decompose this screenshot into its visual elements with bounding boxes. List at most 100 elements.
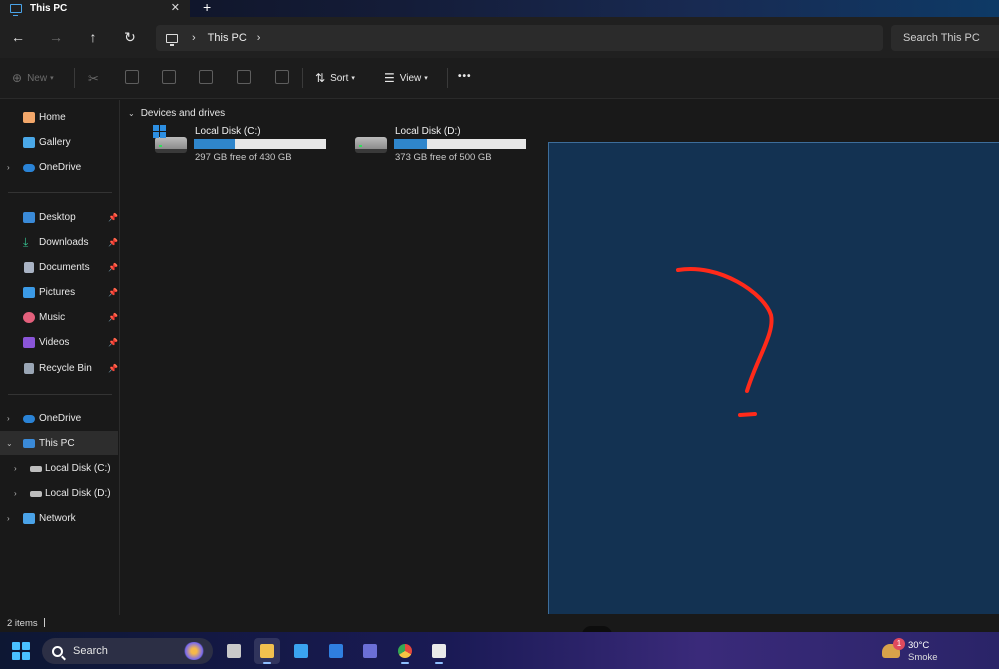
sidebar-item-label: Gallery	[39, 136, 71, 148]
file-explorer-taskbar-button[interactable]	[254, 638, 280, 664]
sidebar-item-desktop[interactable]: Desktop 📌	[0, 205, 118, 229]
group-header-label: Devices and drives	[140, 108, 226, 119]
sidebar-item-label: Documents	[39, 261, 90, 273]
rename-icon[interactable]	[199, 70, 213, 84]
close-tab-icon[interactable]: ✕	[171, 1, 180, 14]
snipping-tool-taskbar-button[interactable]	[426, 638, 452, 664]
new-button[interactable]: ⊕ New ▾	[12, 71, 54, 85]
pin-icon[interactable]: 📌	[108, 338, 118, 347]
recycle-bin-icon	[24, 362, 34, 374]
sidebar-item-local-disk-d[interactable]: › Local Disk (D:)	[0, 481, 118, 505]
chevron-right-icon[interactable]: ›	[257, 32, 261, 44]
address-bar[interactable]: › This PC ›	[156, 25, 883, 51]
cut-icon[interactable]: ✂	[88, 71, 99, 87]
drive-usage-fill	[194, 139, 235, 149]
sidebar-item-label: Network	[39, 512, 76, 524]
new-tab-button[interactable]: +	[203, 0, 211, 15]
sidebar-item-music[interactable]: Music 📌	[0, 305, 118, 329]
sidebar-item-home[interactable]: Home	[0, 105, 118, 129]
search-input[interactable]: Search This PC	[891, 25, 999, 51]
pictures-icon	[23, 286, 35, 298]
more-options-button[interactable]: •••	[458, 71, 472, 82]
item-count: 2 items	[7, 618, 38, 629]
copy-icon[interactable]	[125, 70, 139, 84]
paste-icon[interactable]	[162, 70, 176, 84]
sidebar-item-network[interactable]: › Network	[0, 506, 118, 530]
drive-tile-c[interactable]: Local Disk (C:) 297 GB free of 430 GB	[153, 125, 333, 165]
pin-icon[interactable]: 📌	[108, 288, 118, 297]
task-view-button[interactable]	[221, 638, 247, 664]
sidebar-item-label: This PC	[39, 437, 75, 449]
drive-tile-d[interactable]: Local Disk (D:) 373 GB free of 500 GB	[353, 125, 533, 165]
sidebar-item-pictures[interactable]: Pictures 📌	[0, 280, 118, 304]
back-arrow-icon[interactable]: ←	[10, 29, 26, 45]
chevron-right-icon[interactable]: ›	[192, 32, 196, 44]
up-arrow-icon[interactable]: ↑	[85, 29, 101, 45]
tab-title: This PC	[30, 3, 68, 14]
expand-chevron-icon[interactable]: ›	[14, 489, 17, 498]
sidebar-item-label: OneDrive	[39, 161, 82, 173]
tab-this-pc[interactable]: This PC ✕	[0, 0, 190, 17]
forward-arrow-icon[interactable]: →	[48, 29, 64, 45]
sidebar-item-label: Pictures	[39, 286, 76, 298]
delete-icon[interactable]	[275, 70, 289, 84]
start-button[interactable]	[12, 642, 30, 660]
expand-chevron-icon[interactable]: ›	[7, 163, 10, 172]
sidebar-item-label: Home	[39, 111, 66, 123]
taskbar-search[interactable]: Search	[42, 638, 213, 664]
view-button[interactable]: ☰ View ▾	[384, 71, 428, 85]
search-icon	[52, 645, 63, 657]
drive-free-space: 297 GB free of 430 GB	[195, 152, 292, 163]
sidebar-item-documents[interactable]: Documents 📌	[0, 255, 118, 279]
share-icon[interactable]	[237, 70, 251, 84]
navigation-pane: Home Gallery › OneDrive Desktop 📌 ⤓ Down…	[0, 100, 120, 615]
pin-icon[interactable]: 📌	[108, 238, 118, 247]
group-header-devices-and-drives[interactable]: ⌄ Devices and drives	[128, 108, 225, 119]
sidebar-item-label: Desktop	[39, 211, 76, 223]
collapse-chevron-icon[interactable]: ⌄	[6, 439, 13, 448]
expand-chevron-icon[interactable]: ›	[7, 514, 10, 523]
refresh-icon[interactable]: ↻	[122, 29, 138, 45]
pin-icon[interactable]: 📌	[108, 263, 118, 272]
breadcrumb-this-pc[interactable]: This PC	[208, 32, 247, 44]
notification-badge: 1	[893, 638, 905, 650]
sidebar-item-videos[interactable]: Videos 📌	[0, 330, 118, 354]
sidebar-item-recycle-bin[interactable]: Recycle Bin 📌	[0, 356, 118, 380]
expand-chevron-icon[interactable]: ›	[7, 414, 10, 423]
search-highlight-icon	[183, 642, 205, 660]
pin-icon[interactable]: 📌	[108, 313, 118, 322]
divider	[302, 68, 303, 88]
chevron-down-icon[interactable]: ⌄	[128, 109, 135, 118]
sidebar-item-downloads[interactable]: ⤓ Downloads 📌	[0, 230, 118, 254]
pin-icon[interactable]: 📌	[108, 213, 118, 222]
drive-free-space: 373 GB free of 500 GB	[395, 152, 492, 163]
chevron-down-icon: ▾	[351, 75, 355, 82]
weather-widget[interactable]: 1 30°C Smoke	[882, 638, 992, 664]
this-pc-icon	[10, 4, 22, 16]
weather-condition: Smoke	[908, 652, 938, 663]
pin-icon[interactable]: 📌	[108, 364, 118, 373]
expand-chevron-icon[interactable]: ›	[14, 464, 17, 473]
sidebar-item-gallery[interactable]: Gallery	[0, 130, 118, 154]
onedrive-icon	[23, 415, 35, 423]
drive-icon	[30, 466, 42, 472]
gallery-icon	[23, 136, 35, 148]
chrome-taskbar-button[interactable]	[392, 638, 418, 664]
drive-name: Local Disk (D:)	[395, 126, 461, 137]
drive-name: Local Disk (C:)	[195, 126, 261, 137]
mail-taskbar-button[interactable]	[323, 638, 349, 664]
sidebar-item-onedrive[interactable]: › OneDrive	[0, 155, 118, 179]
plus-circle-icon: ⊕	[12, 71, 23, 85]
sidebar-item-onedrive-tree[interactable]: › OneDrive	[0, 406, 118, 430]
sort-button[interactable]: ⇅ Sort ▾	[315, 71, 355, 85]
teams-taskbar-button[interactable]	[357, 638, 383, 664]
sidebar-item-this-pc[interactable]: ⌄ This PC	[0, 431, 118, 455]
file-explorer-icon	[260, 644, 274, 658]
home-icon	[23, 111, 35, 123]
hard-drive-icon	[355, 137, 387, 153]
divider	[447, 68, 448, 88]
store-taskbar-button[interactable]	[288, 638, 314, 664]
view-icon: ☰	[384, 71, 395, 85]
drive-icon	[30, 491, 42, 497]
sidebar-item-local-disk-c[interactable]: › Local Disk (C:)	[0, 456, 118, 480]
